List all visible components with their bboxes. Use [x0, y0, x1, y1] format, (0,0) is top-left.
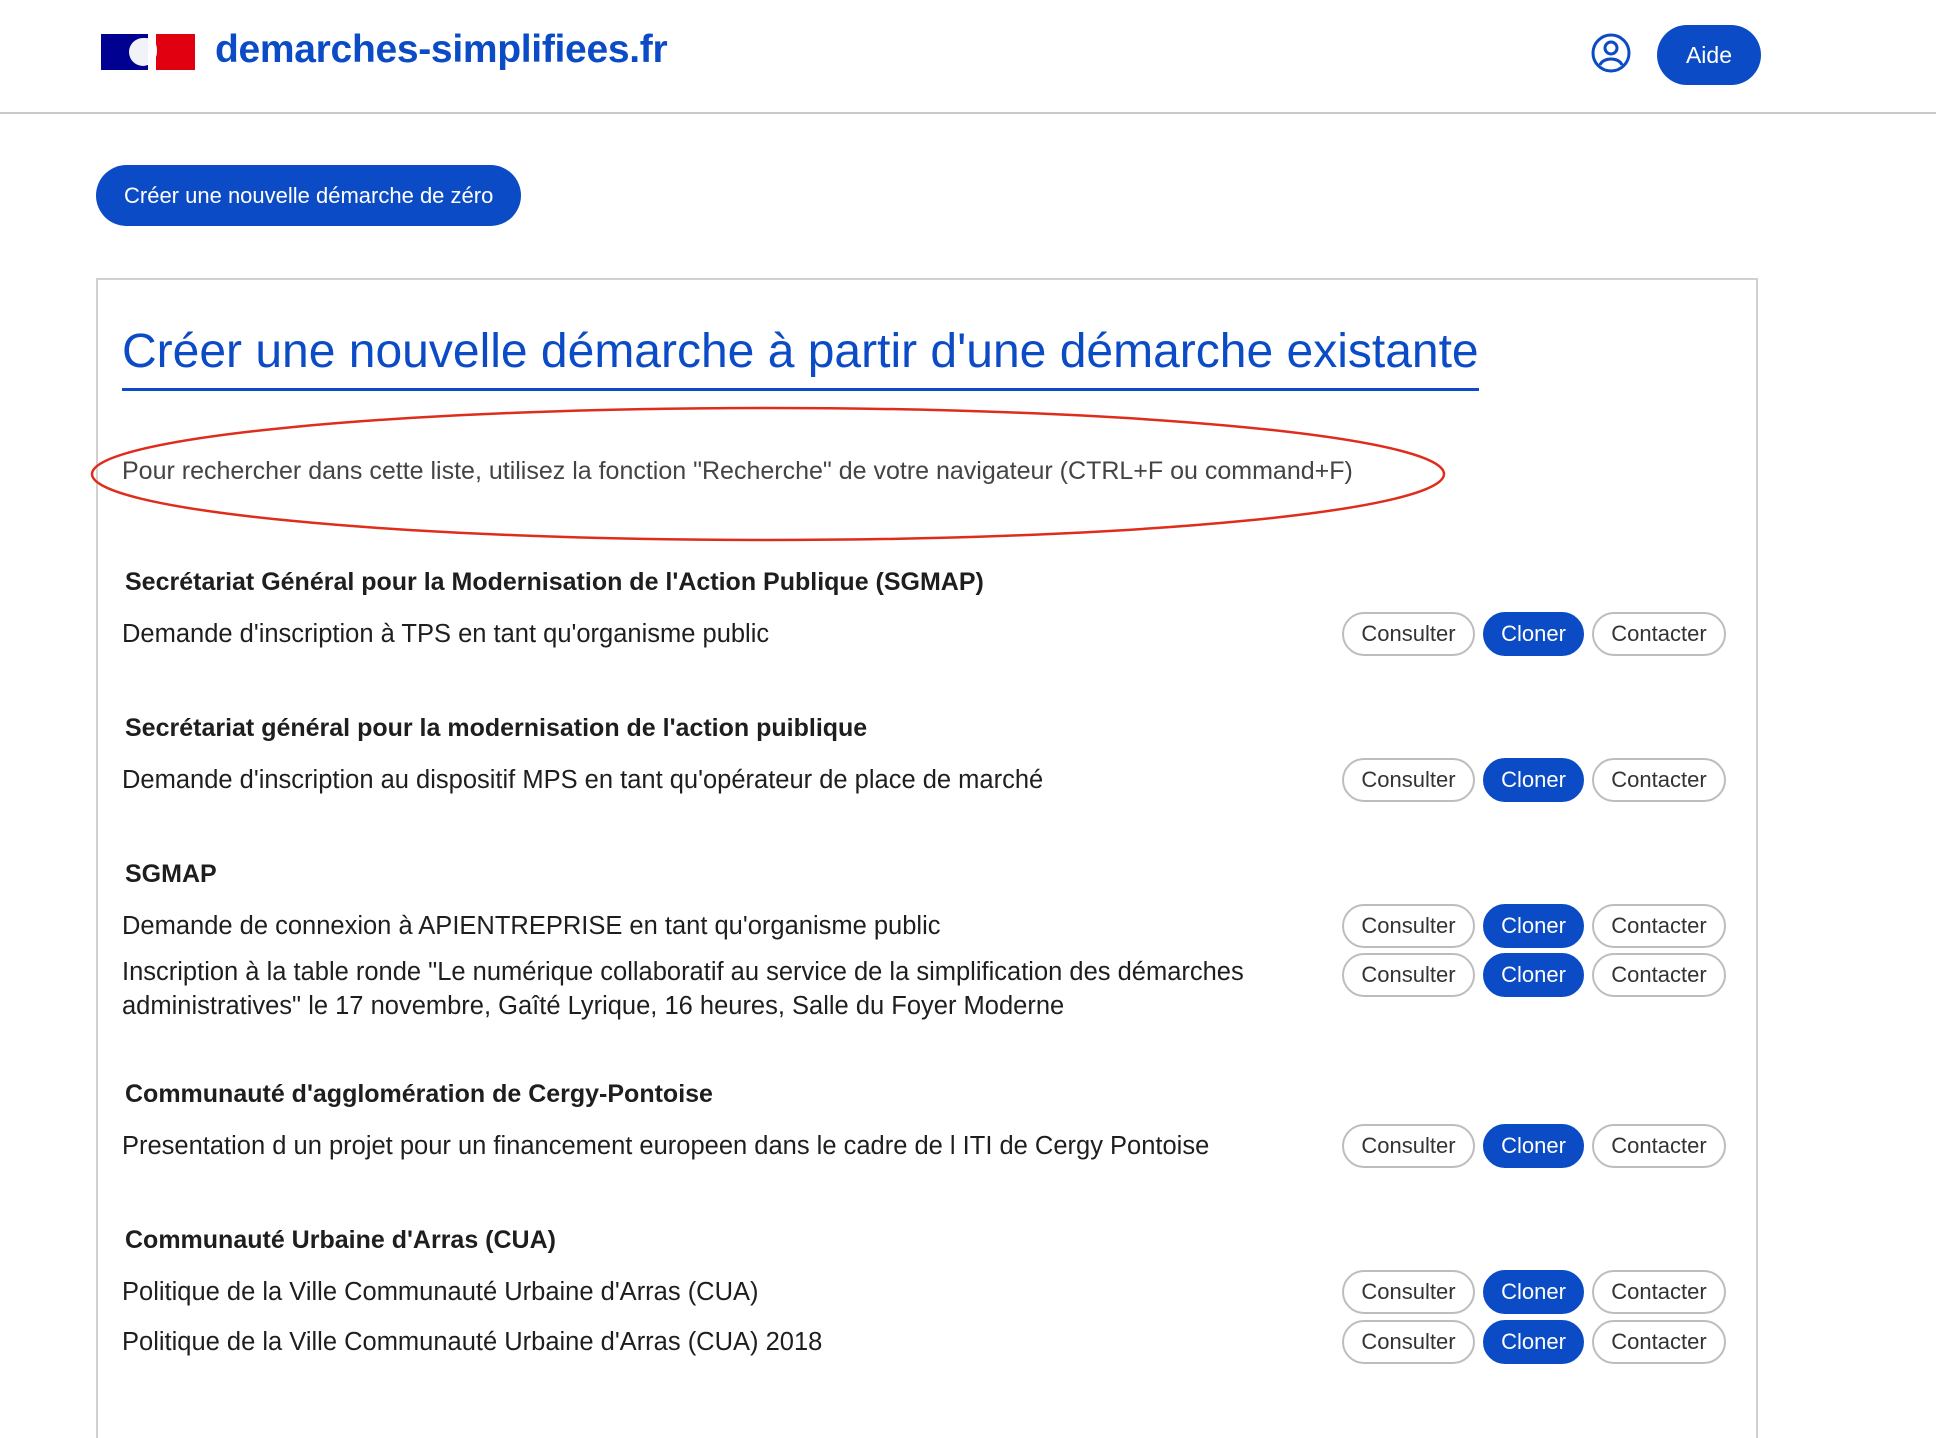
consulter-button[interactable]: Consulter: [1342, 1270, 1475, 1314]
cloner-button[interactable]: Cloner: [1483, 904, 1584, 948]
procedure-actions: Consulter Cloner Contacter: [1342, 953, 1726, 997]
procedure-label: Inscription à la table ronde "Le numériq…: [122, 958, 1244, 1020]
consulter-button[interactable]: Consulter: [1342, 612, 1475, 656]
consulter-button[interactable]: Consulter: [1342, 953, 1475, 997]
procedure-actions: Consulter Cloner Contacter: [1342, 1124, 1726, 1168]
consulter-button[interactable]: Consulter: [1342, 904, 1475, 948]
cloner-button[interactable]: Cloner: [1483, 1124, 1584, 1168]
procedure-label: Politique de la Ville Communauté Urbaine…: [122, 1278, 759, 1306]
procedure-label: Politique de la Ville Communauté Urbaine…: [122, 1328, 823, 1356]
cloner-button[interactable]: Cloner: [1483, 953, 1584, 997]
section-title: Créer une nouvelle démarche à partir d'u…: [122, 322, 1479, 391]
consulter-button[interactable]: Consulter: [1342, 1320, 1475, 1364]
contacter-button[interactable]: Contacter: [1592, 953, 1726, 997]
logo-red-band: [156, 34, 195, 70]
logo-blue-band: [101, 34, 157, 70]
contacter-button[interactable]: Contacter: [1592, 1270, 1726, 1314]
help-button[interactable]: Aide: [1657, 25, 1761, 85]
site-name-link[interactable]: demarches-simplifiees.fr: [215, 28, 668, 72]
cloner-button[interactable]: Cloner: [1483, 612, 1584, 656]
annotation-ellipse: [90, 406, 1446, 542]
site-header: demarches-simplifiees.fr Aide: [0, 0, 1936, 114]
procedure-actions: Consulter Cloner Contacter: [1342, 1270, 1726, 1314]
marianne-icon: [129, 38, 157, 66]
organization-name: Secrétariat Général pour la Modernisatio…: [125, 568, 984, 596]
procedure-label: Presentation d un projet pour un finance…: [122, 1132, 1210, 1160]
cloner-button[interactable]: Cloner: [1483, 758, 1584, 802]
cloner-button[interactable]: Cloner: [1483, 1270, 1584, 1314]
contacter-button[interactable]: Contacter: [1592, 1320, 1726, 1364]
create-new-procedure-button[interactable]: Créer une nouvelle démarche de zéro: [96, 165, 522, 226]
consulter-button[interactable]: Consulter: [1342, 1124, 1475, 1168]
contacter-button[interactable]: Contacter: [1592, 758, 1726, 802]
procedure-actions: Consulter Cloner Contacter: [1342, 612, 1726, 656]
procedure-actions: Consulter Cloner Contacter: [1342, 758, 1726, 802]
procedure-actions: Consulter Cloner Contacter: [1342, 1320, 1726, 1364]
procedure-label: Demande d'inscription au dispositif MPS …: [122, 766, 1044, 794]
procedure-label: Demande de connexion à APIENTREPRISE en …: [122, 912, 941, 940]
organization-name: Communauté Urbaine d'Arras (CUA): [125, 1226, 556, 1254]
contacter-button[interactable]: Contacter: [1592, 904, 1726, 948]
organization-name: Secrétariat général pour la modernisatio…: [125, 714, 868, 742]
consulter-button[interactable]: Consulter: [1342, 758, 1475, 802]
contacter-button[interactable]: Contacter: [1592, 1124, 1726, 1168]
republique-francaise-logo[interactable]: [101, 34, 195, 70]
cloner-button[interactable]: Cloner: [1483, 1320, 1584, 1364]
organization-name: SGMAP: [125, 860, 217, 888]
procedure-label: Demande d'inscription à TPS en tant qu'o…: [122, 620, 770, 648]
user-circle-icon[interactable]: [1590, 32, 1632, 74]
contacter-button[interactable]: Contacter: [1592, 612, 1726, 656]
procedure-actions: Consulter Cloner Contacter: [1342, 904, 1726, 948]
organization-name: Communauté d'agglomération de Cergy-Pont…: [125, 1080, 713, 1108]
